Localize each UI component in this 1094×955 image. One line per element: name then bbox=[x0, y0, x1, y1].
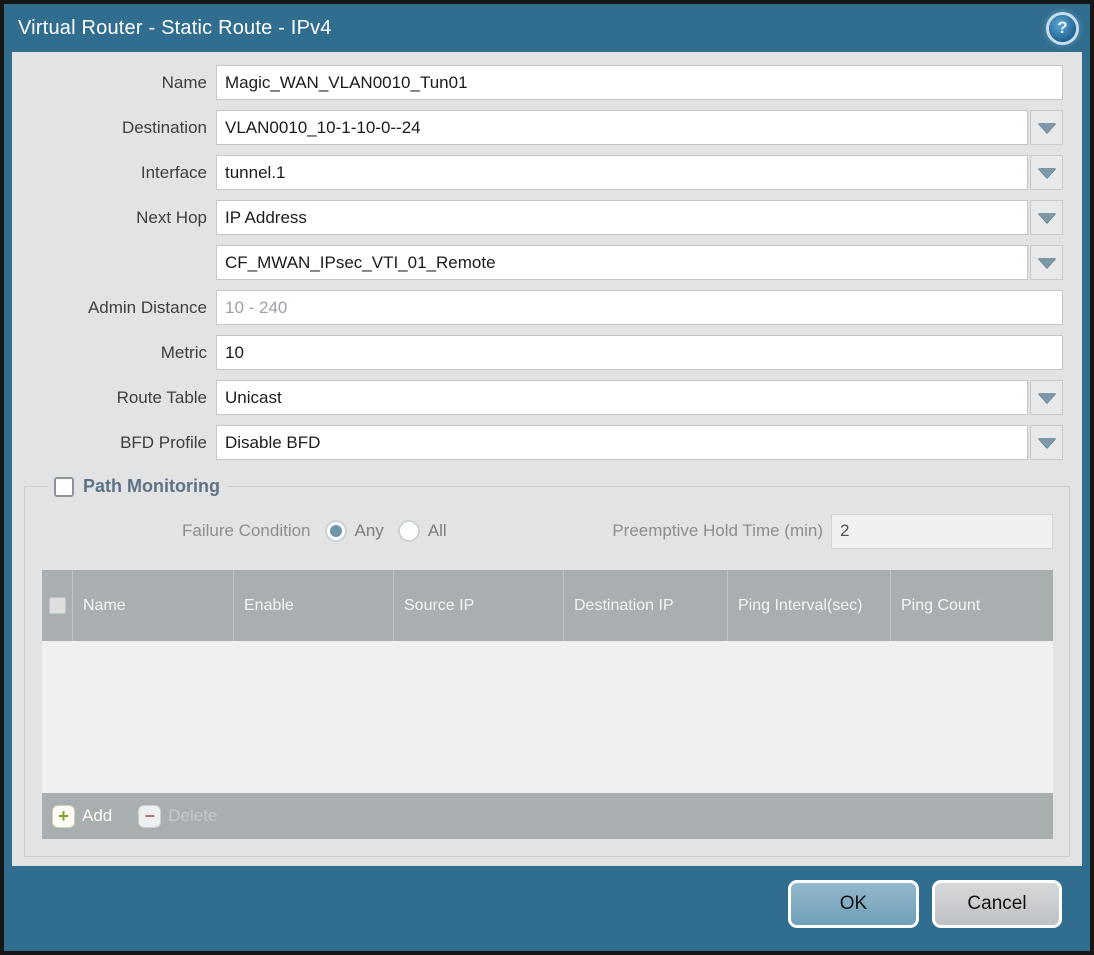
next-hop-address-dropdown-button[interactable] bbox=[1030, 245, 1063, 280]
select-all-checkbox[interactable] bbox=[48, 597, 66, 614]
chevron-down-icon bbox=[1037, 257, 1056, 268]
ok-button[interactable]: OK bbox=[788, 880, 919, 928]
route-table-row: Route Table Unicast bbox=[12, 380, 1082, 415]
failure-condition-label: Failure Condition bbox=[182, 521, 311, 540]
next-hop-label: Next Hop bbox=[136, 207, 207, 227]
table-toolbar: + Add − Delete bbox=[42, 793, 1053, 839]
path-monitoring-checkbox[interactable] bbox=[54, 476, 74, 497]
next-hop-row: Next Hop IP Address bbox=[12, 200, 1082, 235]
cancel-button[interactable]: Cancel bbox=[932, 880, 1062, 928]
next-hop-type-dropdown-button[interactable] bbox=[1030, 200, 1063, 235]
next-hop-address-combobox[interactable]: CF_MWAN_IPsec_VTI_01_Remote bbox=[216, 245, 1028, 280]
failure-condition-any-radio[interactable] bbox=[324, 520, 347, 542]
bfd-profile-dropdown-button[interactable] bbox=[1030, 425, 1063, 460]
failure-condition-any-label: Any bbox=[354, 521, 384, 540]
destination-label: Destination bbox=[121, 117, 207, 137]
select-all-cell bbox=[42, 570, 72, 641]
failure-condition-row: Failure Condition Any All Preemptive Hol… bbox=[42, 513, 1053, 549]
help-icon[interactable]: ? bbox=[1049, 14, 1076, 42]
next-hop-value-row: CF_MWAN_IPsec_VTI_01_Remote bbox=[12, 245, 1082, 280]
metric-input[interactable] bbox=[216, 335, 1063, 370]
static-route-dialog: Virtual Router - Static Route - IPv4 ? N… bbox=[0, 0, 1094, 955]
admin-distance-row: Admin Distance bbox=[12, 290, 1082, 325]
failure-condition-all-radio[interactable] bbox=[397, 520, 420, 542]
column-header-ping-count[interactable]: Ping Count bbox=[890, 570, 1053, 641]
path-monitoring-group: Path Monitoring Failure Condition Any Al… bbox=[24, 476, 1070, 857]
column-header-enable[interactable]: Enable bbox=[233, 570, 393, 641]
name-row: Name bbox=[12, 65, 1082, 100]
interface-dropdown-button[interactable] bbox=[1030, 155, 1063, 190]
bfd-profile-row: BFD Profile Disable BFD bbox=[12, 425, 1082, 460]
chevron-down-icon bbox=[1037, 392, 1056, 403]
destination-row: Destination VLAN0010_10-1-10-0--24 bbox=[12, 110, 1082, 145]
dialog-title: Virtual Router - Static Route - IPv4 bbox=[18, 16, 332, 39]
preemptive-hold-time-label: Preemptive Hold Time (min) bbox=[612, 521, 823, 540]
admin-distance-input[interactable] bbox=[216, 290, 1063, 325]
metric-label: Metric bbox=[160, 342, 207, 362]
plus-icon: + bbox=[52, 804, 75, 828]
dialog-body: Name Destination VLAN0010_10-1-10-0--24 … bbox=[12, 52, 1082, 866]
next-hop-type-combobox[interactable]: IP Address bbox=[216, 200, 1028, 235]
bfd-profile-combobox[interactable]: Disable BFD bbox=[216, 425, 1028, 460]
destination-combobox[interactable]: VLAN0010_10-1-10-0--24 bbox=[216, 110, 1028, 145]
add-button-label: Add bbox=[82, 806, 113, 825]
titlebar: Virtual Router - Static Route - IPv4 ? bbox=[4, 4, 1090, 52]
path-monitoring-legend: Path Monitoring bbox=[48, 476, 226, 497]
chevron-down-icon bbox=[1037, 437, 1056, 448]
interface-row: Interface tunnel.1 bbox=[12, 155, 1082, 190]
chevron-down-icon bbox=[1037, 122, 1056, 133]
name-input[interactable] bbox=[216, 65, 1063, 100]
preemptive-hold-time-input[interactable] bbox=[831, 513, 1053, 549]
route-table-dropdown-button[interactable] bbox=[1030, 380, 1063, 415]
chevron-down-icon bbox=[1037, 167, 1056, 178]
name-label: Name bbox=[161, 72, 207, 92]
dialog-footer: OK Cancel bbox=[4, 866, 1090, 951]
add-button[interactable]: + Add bbox=[52, 804, 113, 828]
destination-dropdown-button[interactable] bbox=[1030, 110, 1063, 145]
delete-button[interactable]: − Delete bbox=[138, 804, 218, 828]
table-body-empty bbox=[42, 641, 1053, 793]
path-monitoring-table: Name Enable Source IP Destination IP Pin… bbox=[42, 570, 1053, 839]
failure-condition-all-label: All bbox=[427, 521, 447, 540]
column-header-destination-ip[interactable]: Destination IP bbox=[563, 570, 727, 641]
chevron-down-icon bbox=[1037, 212, 1056, 223]
minus-icon: − bbox=[138, 804, 162, 828]
interface-label: Interface bbox=[140, 162, 207, 182]
delete-button-label: Delete bbox=[168, 806, 218, 825]
route-table-label: Route Table bbox=[116, 387, 207, 407]
interface-combobox[interactable]: tunnel.1 bbox=[216, 155, 1028, 190]
admin-distance-label: Admin Distance bbox=[87, 297, 207, 317]
bfd-profile-label: BFD Profile bbox=[120, 432, 207, 452]
table-header: Name Enable Source IP Destination IP Pin… bbox=[42, 570, 1053, 641]
column-header-source-ip[interactable]: Source IP bbox=[393, 570, 563, 641]
route-table-combobox[interactable]: Unicast bbox=[216, 380, 1028, 415]
column-header-name[interactable]: Name bbox=[72, 570, 233, 641]
path-monitoring-title: Path Monitoring bbox=[83, 476, 220, 496]
column-header-ping-interval[interactable]: Ping Interval(sec) bbox=[727, 570, 890, 641]
metric-row: Metric bbox=[12, 335, 1082, 370]
